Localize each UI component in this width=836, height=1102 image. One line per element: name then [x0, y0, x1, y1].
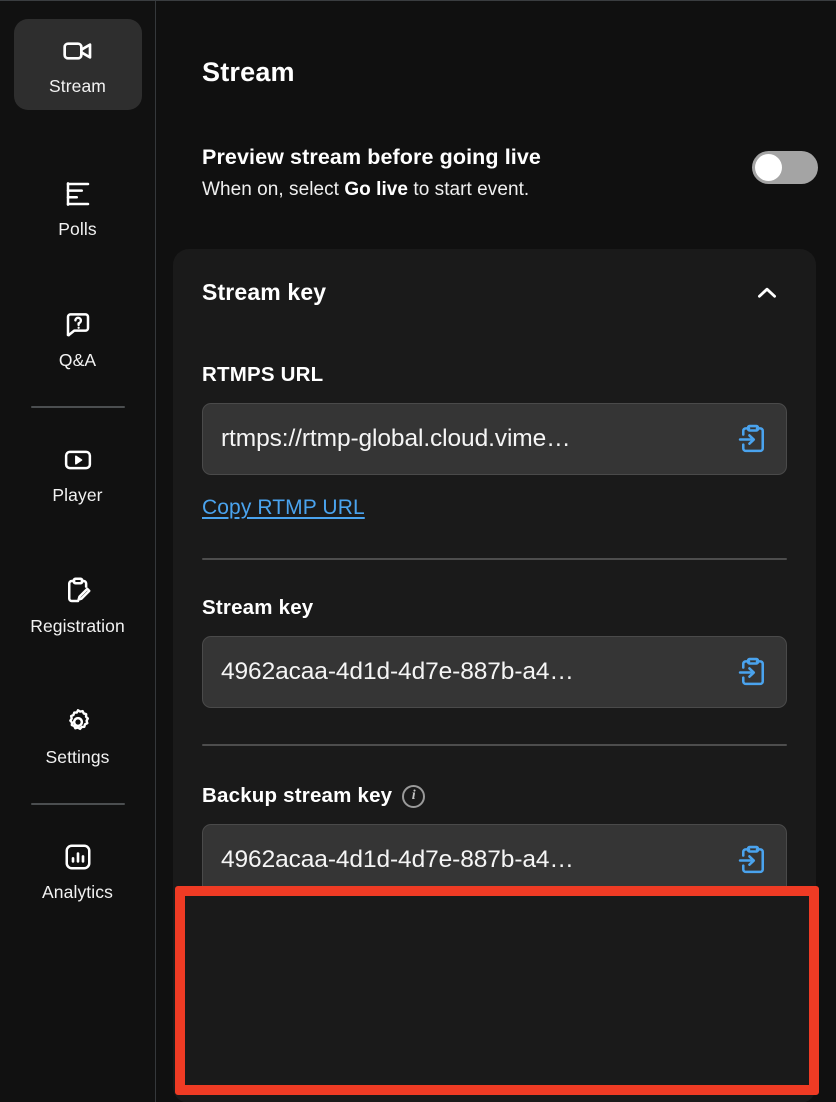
card-divider-1 [202, 558, 787, 560]
rtmps-url-input[interactable]: rtmps://rtmp-global.cloud.vime… [202, 403, 787, 475]
bar-chart-box-icon [62, 841, 94, 873]
copy-to-clipboard-icon[interactable] [736, 422, 770, 456]
stream-key-field-block: Stream key 4962acaa-4d1d-4d7e-887b-a4… [173, 596, 816, 708]
rtmps-url-field-block: RTMPS URL rtmps://rtmp-global.cloud.vime… [173, 363, 816, 520]
backup-stream-key-value: 4962acaa-4d1d-4d7e-887b-a4… [221, 846, 574, 873]
page-title: Stream [202, 57, 295, 87]
gear-icon [62, 706, 94, 738]
chevron-up-icon[interactable] [754, 280, 780, 306]
stream-key-card: Stream key RTMPS URL rtmps://rtmp-global… [173, 249, 816, 1102]
preview-subtitle-after: to start event. [408, 179, 530, 200]
video-camera-icon [62, 35, 94, 67]
sidebar-item-analytics[interactable]: Analytics [14, 825, 142, 916]
backup-stream-key-label-text: Backup stream key [202, 784, 393, 807]
sidebar-divider-1 [30, 406, 125, 408]
preview-stream-toggle[interactable] [752, 151, 818, 184]
backup-stream-key-label: Backup stream key i [202, 784, 787, 808]
main-content: Stream Preview stream before going live … [156, 1, 836, 1102]
sidebar-item-player[interactable]: Player [14, 428, 142, 519]
preview-setting-title: Preview stream before going live [202, 145, 541, 169]
sidebar-item-label: Registration [30, 616, 125, 636]
sidebar-item-settings[interactable]: Settings [14, 690, 142, 781]
sidebar-item-label: Q&A [58, 350, 97, 370]
question-bubble-icon [62, 309, 94, 341]
preview-subtitle-bold: Go live [344, 179, 409, 200]
copy-to-clipboard-icon[interactable] [736, 655, 770, 689]
backup-stream-key-field-block: Backup stream key i 4962acaa-4d1d-4d7e-8… [173, 784, 816, 896]
rtmps-url-value: rtmps://rtmp-global.cloud.vime… [221, 425, 571, 452]
stream-key-label: Stream key [202, 596, 314, 619]
sidebar-item-stream[interactable]: Stream [13, 19, 142, 110]
preview-subtitle-before: When on, select [202, 179, 345, 200]
stream-key-value: 4962acaa-4d1d-4d7e-887b-a4… [221, 658, 574, 685]
copy-rtmp-url-link[interactable]: Copy RTMP URL [202, 496, 365, 520]
sidebar-item-label: Player [52, 485, 103, 505]
copy-to-clipboard-icon[interactable] [736, 843, 770, 877]
sidebar-item-label: Polls [58, 219, 97, 239]
sidebar-item-registration[interactable]: Registration [14, 559, 142, 650]
app-root: Stream Polls Q&A Player Registration Set… [0, 0, 836, 1102]
info-circle-icon[interactable]: i [402, 784, 426, 808]
stream-key-card-title: Stream key [202, 279, 327, 305]
preview-setting-text: Preview stream before going live When on… [202, 143, 541, 203]
preview-setting-subtitle: When on, select Go live to start event. [202, 176, 541, 203]
poll-bars-icon [62, 178, 94, 210]
sidebar-item-qa[interactable]: Q&A [14, 293, 142, 384]
stream-key-input[interactable]: 4962acaa-4d1d-4d7e-887b-a4… [202, 636, 787, 708]
sidebar: Stream Polls Q&A Player Registration Set… [0, 1, 156, 1102]
stream-key-card-header[interactable]: Stream key [173, 249, 816, 306]
toggle-knob [755, 154, 782, 181]
sidebar-item-label: Settings [45, 747, 110, 767]
rtmps-url-label: RTMPS URL [202, 363, 324, 386]
sidebar-item-label: Stream [48, 76, 106, 96]
backup-stream-key-input[interactable]: 4962acaa-4d1d-4d7e-887b-a4… [202, 824, 787, 896]
sidebar-divider-2 [30, 803, 125, 805]
sidebar-item-label: Analytics [42, 882, 113, 902]
sidebar-item-polls[interactable]: Polls [14, 162, 142, 253]
clipboard-pencil-icon [62, 575, 94, 607]
card-divider-2 [202, 744, 787, 746]
play-box-icon [62, 444, 94, 476]
preview-stream-setting-row: Preview stream before going live When on… [202, 143, 818, 203]
